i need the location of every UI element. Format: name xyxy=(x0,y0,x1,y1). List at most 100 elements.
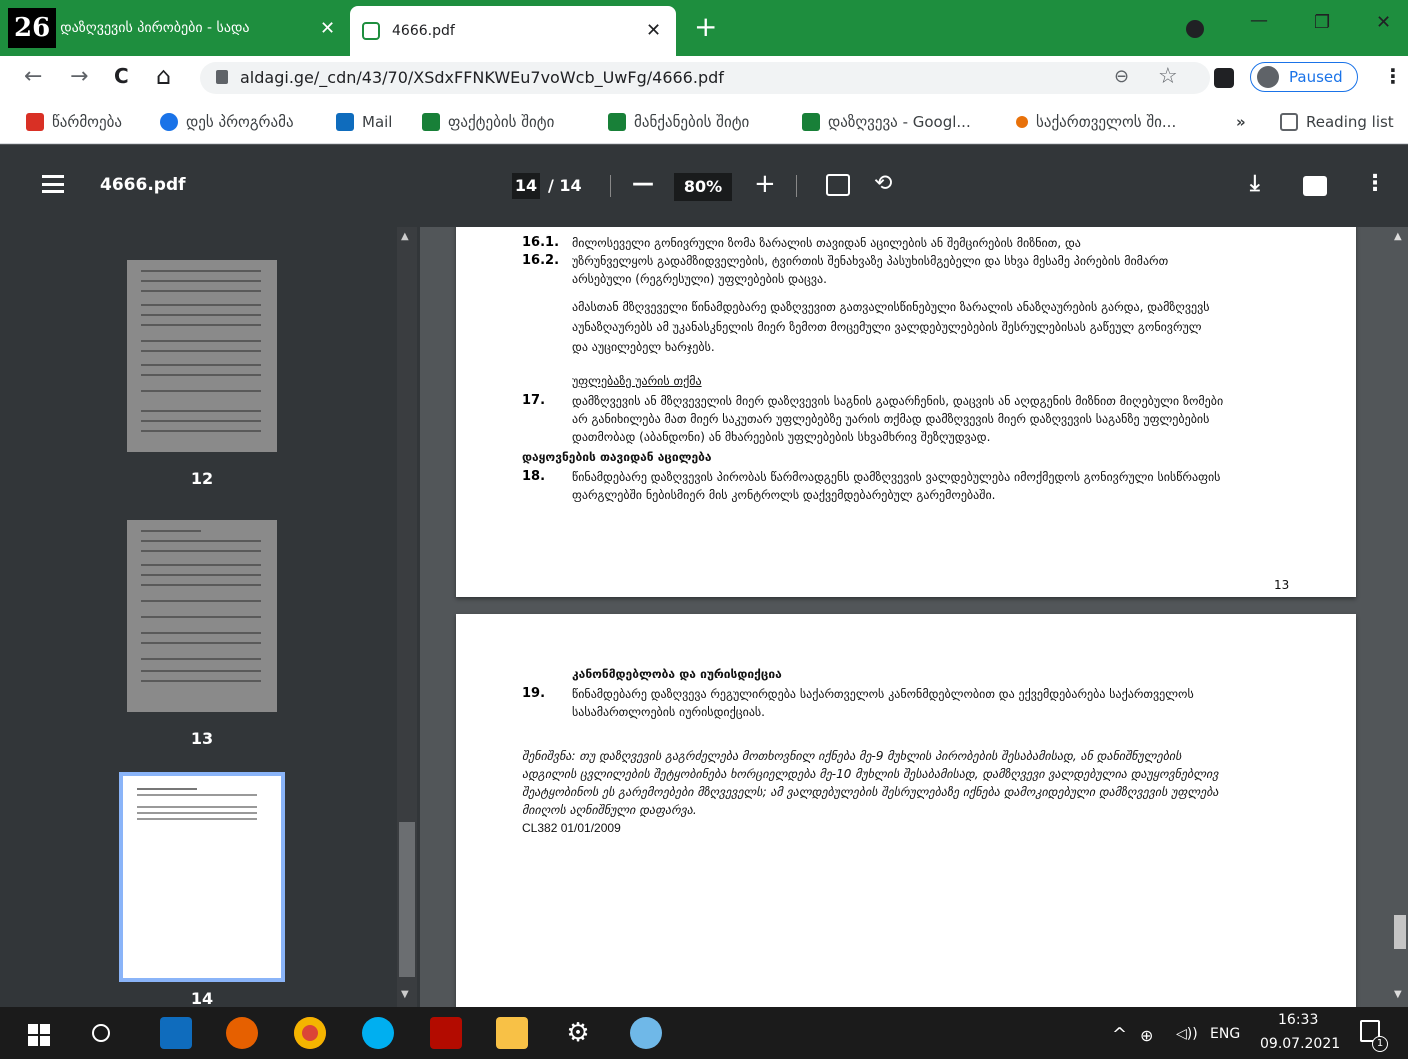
bookmark-icon xyxy=(802,113,820,131)
bookmark-icon xyxy=(608,113,626,131)
thumbnail-page-13[interactable] xyxy=(127,520,277,712)
rotate-icon[interactable]: ⟲ xyxy=(874,171,892,196)
windows-start-icon[interactable] xyxy=(28,1024,50,1046)
tray-up-arrow[interactable]: ^ xyxy=(1112,1024,1127,1045)
bookmark-icon xyxy=(26,113,44,131)
clause-text: დათმობად (აბანდონი) ან მხარეების უფლებებ… xyxy=(572,430,991,444)
scroll-down-arrow[interactable]: ▼ xyxy=(1394,989,1402,1000)
window-close-button[interactable]: ✕ xyxy=(1376,12,1391,33)
bookmark-item[interactable]: დეს პროგრამა xyxy=(160,110,294,134)
tab-title: დაზღვევის პირობები - სადა xyxy=(60,20,250,36)
clause-number: 16.1. xyxy=(522,235,560,250)
outlook-icon[interactable] xyxy=(160,1017,192,1049)
profile-dot-icon[interactable] xyxy=(1186,20,1204,38)
fit-page-icon[interactable] xyxy=(826,174,850,196)
notification-badge: 1 xyxy=(1372,1036,1388,1052)
minimize-button[interactable]: — xyxy=(1250,10,1268,31)
bookmark-item[interactable]: საქართველოს ში... xyxy=(1016,110,1196,134)
clause-text: არ განიხილება მათ მიერ საკუთარ უფლებებზე… xyxy=(572,412,1210,426)
file-explorer-icon[interactable] xyxy=(496,1017,528,1049)
bookmark-item[interactable]: დაზღვევა - Googl... xyxy=(802,110,971,134)
hamburger-icon[interactable] xyxy=(42,175,64,193)
page-number-input[interactable]: 14 xyxy=(512,173,540,199)
close-icon[interactable]: ✕ xyxy=(646,20,661,41)
paragraph-line: აუნაზღაურებს ამ უკანასკნელის მიერ ზემოთ … xyxy=(572,320,1202,334)
volume-icon[interactable]: ◁)) xyxy=(1176,1026,1198,1042)
reload-button[interactable]: C xyxy=(114,64,129,88)
bookmark-item[interactable]: წარმოება xyxy=(26,110,122,134)
bookmarks-overflow-button[interactable]: » xyxy=(1236,110,1246,134)
tab-strip: 26 დაზღვევის პირობები - სადა ✕ 4666.pdf … xyxy=(0,0,1408,56)
thumbnail-label: 13 xyxy=(190,729,214,748)
home-button[interactable]: ⌂ xyxy=(156,62,171,90)
more-icon[interactable]: ⋮ xyxy=(1364,171,1386,196)
back-button[interactable]: ← xyxy=(24,64,42,89)
menu-kebab-icon[interactable]: ⋮ xyxy=(1383,64,1403,88)
extensions-icon[interactable] xyxy=(1214,68,1234,88)
bookmark-item[interactable]: Mail xyxy=(336,110,392,134)
thumbnail-sidebar: 12 13 14 ▲ ▼ xyxy=(0,227,420,1008)
bookmark-icon xyxy=(422,113,440,131)
clause-number: 18. xyxy=(522,469,546,484)
download-icon[interactable]: ⤓ xyxy=(1250,171,1260,196)
language-indicator[interactable]: ENG xyxy=(1210,1026,1240,1042)
skype-icon[interactable] xyxy=(362,1017,394,1049)
tab-insurance[interactable]: 26 დაზღვევის პირობები - სადა ✕ xyxy=(4,8,344,48)
profile-paused-button[interactable]: Paused xyxy=(1250,62,1358,92)
section-heading: კანონმდებლობა და იურისდიქცია xyxy=(572,667,782,681)
clause-text: წინამდებარე დაზღვევის პირობას წარმოადგენ… xyxy=(572,470,1221,484)
network-icon[interactable]: ⊕ xyxy=(1140,1026,1153,1045)
zoom-input[interactable]: 80% xyxy=(674,173,732,201)
acrobat-icon[interactable] xyxy=(430,1017,462,1049)
settings-gear-icon[interactable]: ⚙ xyxy=(562,1017,594,1049)
pdf-tab-icon xyxy=(362,22,380,40)
clock-time[interactable]: 16:33 xyxy=(1278,1012,1318,1028)
note-line: შენიშვნა: თუ დაზღვევის გაგრძელება მოთხოვ… xyxy=(522,749,1182,763)
thumbnail-label: 12 xyxy=(190,469,214,488)
zoom-in-button[interactable]: + xyxy=(754,169,776,199)
profile-label: Paused xyxy=(1289,68,1343,86)
scrollbar-thumb[interactable] xyxy=(399,822,415,977)
zoom-out-button[interactable]: — xyxy=(632,171,654,196)
forward-button[interactable]: → xyxy=(70,64,88,89)
clock-date[interactable]: 09.07.2021 xyxy=(1260,1036,1340,1052)
star-icon[interactable]: ☆ xyxy=(1158,64,1178,89)
bookmark-icon xyxy=(336,113,354,131)
avatar xyxy=(1257,66,1279,88)
lock-icon xyxy=(216,70,228,84)
scroll-down-arrow[interactable]: ▼ xyxy=(401,989,409,1000)
reading-list-icon xyxy=(1280,113,1298,131)
thumbnail-label: 14 xyxy=(190,989,214,1008)
divider xyxy=(796,175,797,197)
paint-icon[interactable] xyxy=(630,1017,662,1049)
pdf-toolbar: 4666.pdf 14 / 14 — 80% + ⟲ ⤓ ⋮ xyxy=(0,145,1408,227)
bookmark-icon xyxy=(1016,116,1028,128)
clause-text: მილოსეველი გონივრული ზომა ზარალის თავიდა… xyxy=(572,236,1081,250)
scrollbar-thumb[interactable] xyxy=(1394,915,1406,949)
search-icon[interactable] xyxy=(92,1024,110,1042)
scroll-up-arrow[interactable]: ▲ xyxy=(401,231,409,242)
paragraph-line: და აუცილებელ ხარჯებს. xyxy=(572,340,715,354)
firefox-icon[interactable] xyxy=(226,1017,258,1049)
scroll-up-arrow[interactable]: ▲ xyxy=(1394,231,1402,242)
new-tab-button[interactable]: + xyxy=(694,10,717,43)
divider xyxy=(610,175,611,197)
clause-text: არსებული (რეგრესული) უფლებების დაცვა. xyxy=(572,272,827,286)
bookmark-item[interactable]: მანქანების შიტი xyxy=(608,110,749,134)
thumbnail-page-14-selected[interactable] xyxy=(119,772,285,982)
clause-number: 16.2. xyxy=(522,253,560,268)
thumbnail-page-12[interactable] xyxy=(127,260,277,452)
pdf-page-14: კანონმდებლობა და იურისდიქცია 19. წინამდე… xyxy=(456,614,1356,1007)
close-icon[interactable]: ✕ xyxy=(320,18,335,39)
clause-text: უზრუნველყოს გადამზიდველების, ტვირთის შენ… xyxy=(572,254,1169,268)
viewer-scrollbar[interactable]: ▲ ▼ xyxy=(1392,227,1408,1007)
sidebar-scrollbar[interactable]: ▲ ▼ xyxy=(397,227,417,1007)
tab-pdf[interactable]: 4666.pdf ✕ xyxy=(350,6,676,56)
zoom-icon[interactable]: ⊖ xyxy=(1114,66,1129,87)
address-bar[interactable]: aldagi.ge/_cdn/43/70/XSdxFFNKWEu7voWcb_U… xyxy=(200,62,1210,94)
reading-list-button[interactable]: Reading list xyxy=(1280,110,1394,134)
bookmark-item[interactable]: ფაქტების შიტი xyxy=(422,110,554,134)
print-icon[interactable] xyxy=(1303,176,1327,196)
restore-button[interactable]: ❐ xyxy=(1314,12,1330,33)
chrome-icon[interactable] xyxy=(294,1017,326,1049)
